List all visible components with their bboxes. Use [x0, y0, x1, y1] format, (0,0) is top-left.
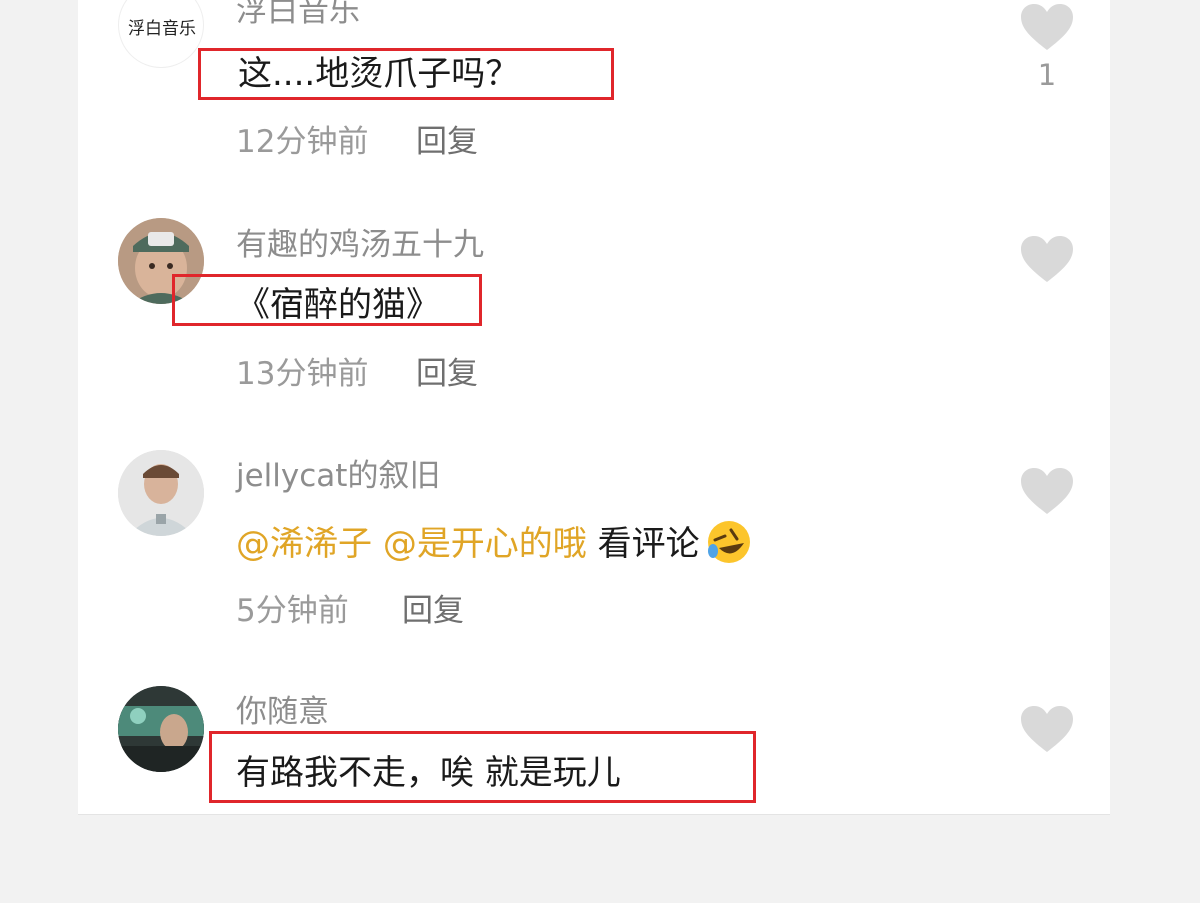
reply-button[interactable]: 回复: [402, 596, 464, 627]
like-count: 1: [1037, 58, 1057, 92]
comment-text: @浠浠子 @是开心的哦 看评论: [236, 519, 752, 565]
mention-link[interactable]: @浠浠子: [236, 524, 372, 564]
timestamp: 13分钟前: [236, 356, 369, 392]
comment-item: jellycat的叙旧 @浠浠子 @是开心的哦 看评论 5分钟前 回复: [78, 447, 1110, 667]
avatar[interactable]: [118, 450, 204, 536]
highlight-box: [198, 48, 614, 100]
heart-icon[interactable]: [1020, 236, 1074, 284]
avatar-logo-text: 浮白音乐: [128, 19, 196, 39]
heart-icon[interactable]: [1020, 468, 1074, 516]
heart-icon[interactable]: [1020, 706, 1074, 754]
highlight-box: [172, 274, 482, 326]
mention-link[interactable]: @是开心的哦: [383, 524, 587, 564]
avatar[interactable]: 浮白音乐: [118, 0, 204, 68]
username[interactable]: 有趣的鸡汤五十九: [236, 230, 484, 261]
logo-avatar-icon: 浮白音乐: [128, 19, 196, 39]
reply-button[interactable]: 回复: [416, 127, 478, 158]
username[interactable]: 你随意: [236, 697, 329, 728]
username[interactable]: 浮白音乐: [236, 0, 360, 27]
reply-button[interactable]: 回复: [416, 359, 478, 390]
timestamp: 12分钟前: [236, 124, 369, 160]
user-avatar-icon: [118, 450, 204, 536]
comment-item: 浮白音乐 浮白音乐 这....地烫爪子吗？ 12分钟前 回复 1: [78, 0, 1110, 220]
highlight-box: [209, 731, 756, 803]
timestamp: 5分钟前: [236, 593, 349, 629]
avatar[interactable]: [118, 686, 204, 772]
comment-item: 你随意 有路我不走，唉 就是玩儿: [78, 683, 1110, 903]
rolling-on-floor-laughing-emoji: [707, 521, 750, 563]
comment-list: 浮白音乐 浮白音乐 这....地烫爪子吗？ 12分钟前 回复 1 有趣的鸡汤五十…: [78, 0, 1110, 814]
divider: [78, 814, 1110, 815]
username[interactable]: jellycat的叙旧: [236, 461, 440, 492]
user-avatar-icon: [118, 686, 204, 772]
heart-icon[interactable]: [1020, 4, 1074, 52]
comment-item: 有趣的鸡汤五十九 《宿醉的猫》 13分钟前 回复: [78, 215, 1110, 435]
comment-text-body: 看评论: [597, 524, 700, 564]
